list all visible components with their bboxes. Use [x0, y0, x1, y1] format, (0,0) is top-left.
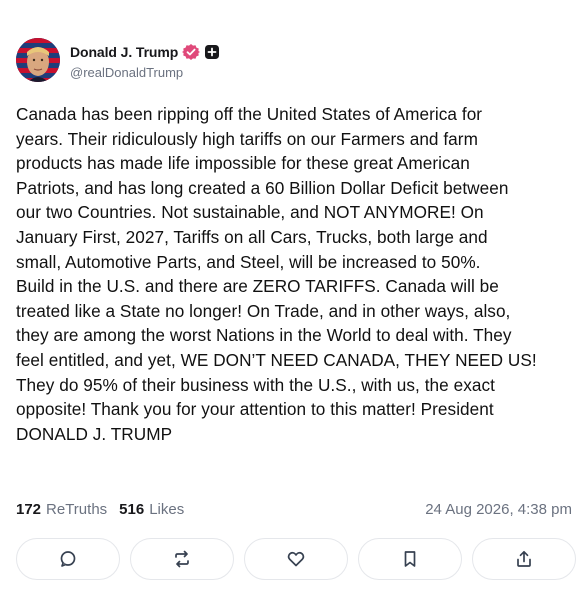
- likes-label: Likes: [149, 501, 185, 518]
- post-line: Canada has been ripping off the United S…: [16, 104, 483, 124]
- share-button[interactable]: [472, 538, 576, 580]
- display-name[interactable]: Donald J. Trump: [70, 44, 178, 60]
- retruths-count: 172: [16, 501, 42, 518]
- post-line: Patriots, and has long created a 60 Bill…: [16, 177, 509, 198]
- bookmark-icon: [400, 549, 420, 569]
- action-bar: [16, 538, 576, 580]
- post-timestamp[interactable]: 24 Aug 2026, 4:38 pm: [425, 501, 572, 518]
- post-line: small, Automotive Parts, and Steel, will…: [16, 251, 481, 272]
- plus-box-icon[interactable]: [204, 44, 220, 60]
- post-line: Build in the U.S. and there are ZERO TAR…: [16, 276, 499, 297]
- likes-stat[interactable]: 516 Likes: [119, 501, 184, 518]
- verified-badge-icon: [182, 43, 201, 61]
- post-stats: 172 ReTruths 516 Likes: [16, 501, 184, 518]
- post-line: opposite! Thank you for your attention t…: [16, 399, 494, 420]
- post-card: Donald J. Trump @realDonaldTrump Canada: [0, 0, 588, 596]
- likes-count: 516: [119, 501, 145, 518]
- post-line: January First, 2027, Tariffs on all Cars…: [16, 226, 488, 247]
- avatar[interactable]: [16, 38, 60, 82]
- post-line: years. Their ridiculously high tariffs o…: [16, 128, 478, 149]
- like-button[interactable]: [244, 538, 348, 580]
- post-line: products has made life impossible for th…: [16, 153, 470, 174]
- post-body: Canada has been ripping off the United S…: [16, 102, 576, 446]
- post-meta: 172 ReTruths 516 Likes 24 Aug 2026, 4:38 p…: [16, 501, 572, 518]
- reply-button[interactable]: [16, 538, 120, 580]
- author-handle[interactable]: @realDonaldTrump: [70, 65, 220, 80]
- retruths-label: ReTruths: [46, 501, 108, 518]
- author-info: Donald J. Trump @realDonaldTrump: [70, 41, 220, 80]
- post-line: our two Countries. Not sustainable, and …: [16, 202, 484, 223]
- post-line: DONALD J. TRUMP: [16, 423, 173, 444]
- bookmark-button[interactable]: [358, 538, 462, 580]
- post-line: treated like a State no longer! On Trade…: [16, 300, 511, 321]
- name-row: Donald J. Trump: [70, 41, 220, 63]
- post-line: feel entitled, and yet, WE DON’T NEED CA…: [16, 349, 537, 370]
- retruth-button[interactable]: [130, 538, 234, 580]
- post-line: they are among the worst Nations in the …: [16, 325, 512, 346]
- comment-icon: [58, 549, 78, 569]
- post-header: Donald J. Trump @realDonaldTrump: [16, 38, 220, 82]
- post-line: They do 95% of their business with the U…: [16, 374, 495, 395]
- avatar-image: [16, 38, 60, 82]
- heart-icon: [286, 549, 306, 569]
- retruths-stat[interactable]: 172 ReTruths: [16, 501, 107, 518]
- share-icon: [514, 549, 534, 569]
- repost-icon: [172, 549, 192, 569]
